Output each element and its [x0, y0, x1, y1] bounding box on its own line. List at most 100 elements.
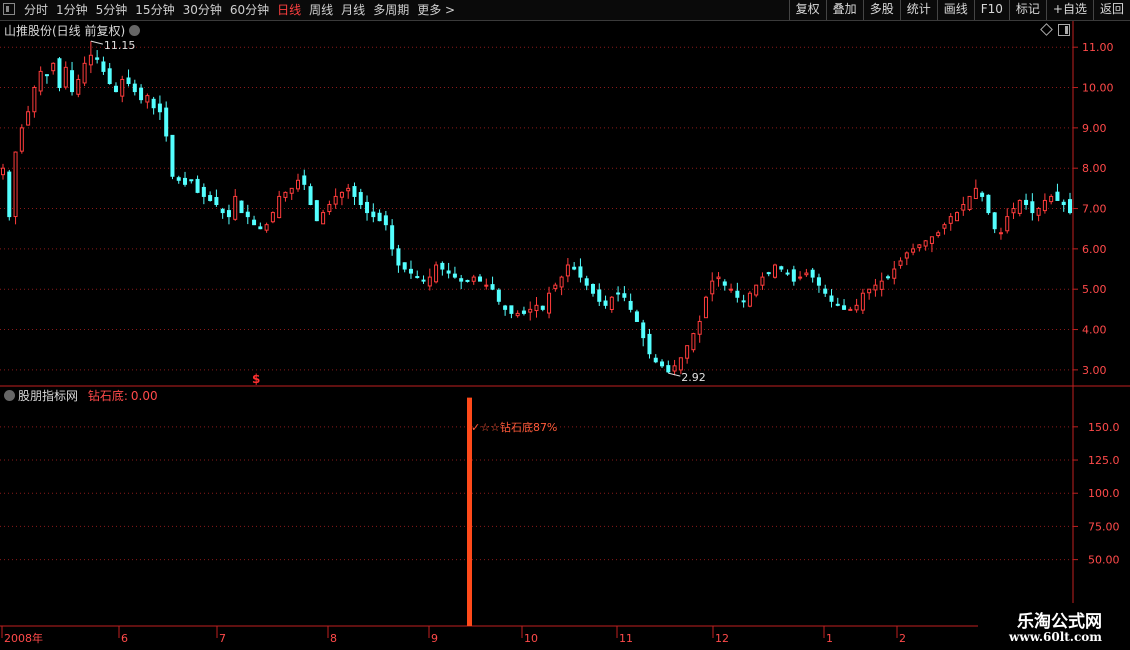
candle-body — [1036, 208, 1041, 216]
time-tick-label: 7 — [219, 632, 226, 645]
candle-body — [798, 276, 803, 279]
candle-body — [741, 300, 746, 303]
candle-body — [1030, 201, 1035, 214]
candle-body — [528, 308, 533, 313]
tool-button[interactable]: 画线 — [936, 0, 974, 20]
time-tick-label: 1 — [826, 632, 833, 645]
candle-body — [95, 57, 100, 60]
candle-body — [835, 303, 840, 306]
stock-title[interactable]: 山推股份(日线 前复权) — [4, 22, 141, 39]
candle-body — [1017, 199, 1022, 214]
tool-button[interactable]: 返回 — [1092, 0, 1130, 20]
candle-body — [892, 268, 897, 279]
period-tab[interactable]: 15分钟 — [135, 2, 174, 18]
period-tab[interactable]: 更多 > — [417, 2, 455, 18]
tool-button[interactable]: 复权 — [788, 0, 826, 20]
candle-body — [534, 304, 539, 312]
stock-title-text: 山推股份(日线 前复权) — [4, 24, 126, 38]
panel-controls — [1040, 23, 1072, 36]
candle-body — [597, 289, 602, 302]
candle-body — [371, 211, 376, 218]
candle-body — [791, 269, 796, 282]
candle-body — [258, 226, 263, 230]
candle-body — [867, 288, 872, 294]
candle-body — [609, 296, 614, 310]
indicator-tick-label: 150.0 — [1088, 421, 1120, 434]
candle-body — [829, 295, 834, 302]
period-tab[interactable]: 分时 — [24, 2, 48, 18]
dropdown-icon[interactable] — [129, 25, 141, 36]
candle-body — [785, 272, 790, 275]
candle-body — [1055, 191, 1060, 201]
candle-body — [1024, 199, 1029, 206]
kline-chart[interactable]: 11.0010.009.008.007.006.005.004.003.0015… — [0, 21, 1130, 650]
candle-body — [63, 66, 68, 88]
candle-body — [747, 292, 752, 307]
candle-body — [917, 244, 922, 249]
candle-body — [157, 103, 162, 113]
tool-button[interactable]: 多股 — [862, 0, 900, 20]
tool-button[interactable]: 统计 — [899, 0, 937, 20]
time-tick-label: 11 — [619, 632, 633, 645]
candle-body — [245, 211, 250, 218]
indicator-source: 股朋指标网 — [18, 389, 79, 403]
right-tools: 复权 叠加 多股 统计 画线 F10 标记 +自选 返回 — [788, 0, 1130, 20]
candle-body — [967, 195, 972, 210]
candle-body — [365, 201, 370, 214]
candle-body — [653, 357, 658, 363]
candle-body — [628, 300, 633, 310]
period-tab[interactable]: 多周期 — [373, 2, 409, 18]
candle-body — [1005, 216, 1010, 232]
candle-body — [854, 304, 859, 311]
menu-toggle-icon[interactable] — [3, 3, 15, 15]
indicator-tick-label: 125.0 — [1088, 454, 1120, 467]
candle-body — [1068, 199, 1072, 214]
panel-layout-icon[interactable] — [1058, 24, 1070, 36]
period-tab[interactable]: 1分钟 — [56, 2, 88, 18]
watermark-url: www.60lt.com — [1009, 630, 1102, 644]
candle-body — [484, 284, 489, 287]
candle-body — [961, 204, 966, 211]
period-tabs: 分时 1分钟 5分钟 15分钟 30分钟 60分钟 日线 周线 月线 多周期 更多 > — [24, 2, 463, 18]
candle-body — [622, 293, 627, 298]
period-tab[interactable]: 60分钟 — [230, 2, 269, 18]
indicator-dropdown-icon[interactable] — [4, 390, 15, 401]
period-tab[interactable]: 日线 — [277, 2, 301, 18]
candle-body — [816, 277, 821, 286]
candle-body — [1042, 199, 1047, 212]
candle-body — [151, 98, 156, 109]
period-tab[interactable]: 30分钟 — [183, 2, 222, 18]
candle-body — [691, 333, 696, 351]
candle-body — [471, 276, 476, 282]
candle-body — [101, 61, 106, 72]
candle-body — [986, 194, 991, 214]
price-tick-label: 8.00 — [1082, 162, 1107, 175]
tool-button[interactable]: 叠加 — [825, 0, 863, 20]
period-tab[interactable]: 月线 — [341, 2, 365, 18]
candle-body — [440, 262, 445, 270]
period-tab[interactable]: 周线 — [309, 2, 333, 18]
tool-button[interactable]: F10 — [973, 0, 1009, 20]
tool-button[interactable]: +自选 — [1045, 0, 1093, 20]
candle-body — [88, 54, 93, 66]
candle-body — [773, 264, 778, 278]
candle-body — [647, 333, 652, 355]
diamond-icon[interactable] — [1040, 23, 1053, 36]
candle-body — [308, 186, 313, 206]
candle-body — [584, 278, 589, 286]
time-tick-label: 2 — [899, 632, 906, 645]
indicator-title[interactable]: 股朋指标网 钻石底: 0.00 — [4, 387, 158, 404]
indicator-tick-label: 75.00 — [1088, 520, 1120, 533]
candle-body — [120, 78, 125, 97]
signal-text: ✓☆☆钻石底87% — [471, 420, 557, 434]
tool-button[interactable]: 标记 — [1008, 0, 1046, 20]
candle-body — [616, 292, 621, 295]
period-tab[interactable]: 5分钟 — [96, 2, 128, 18]
candle-body — [980, 192, 985, 197]
candle-body — [32, 87, 37, 113]
low-label: 2.92 — [681, 371, 706, 384]
candle-body — [402, 262, 407, 270]
watermark-title: 乐淘公式网 — [1017, 612, 1102, 632]
candle-body — [113, 85, 118, 93]
candle-body — [339, 191, 344, 198]
